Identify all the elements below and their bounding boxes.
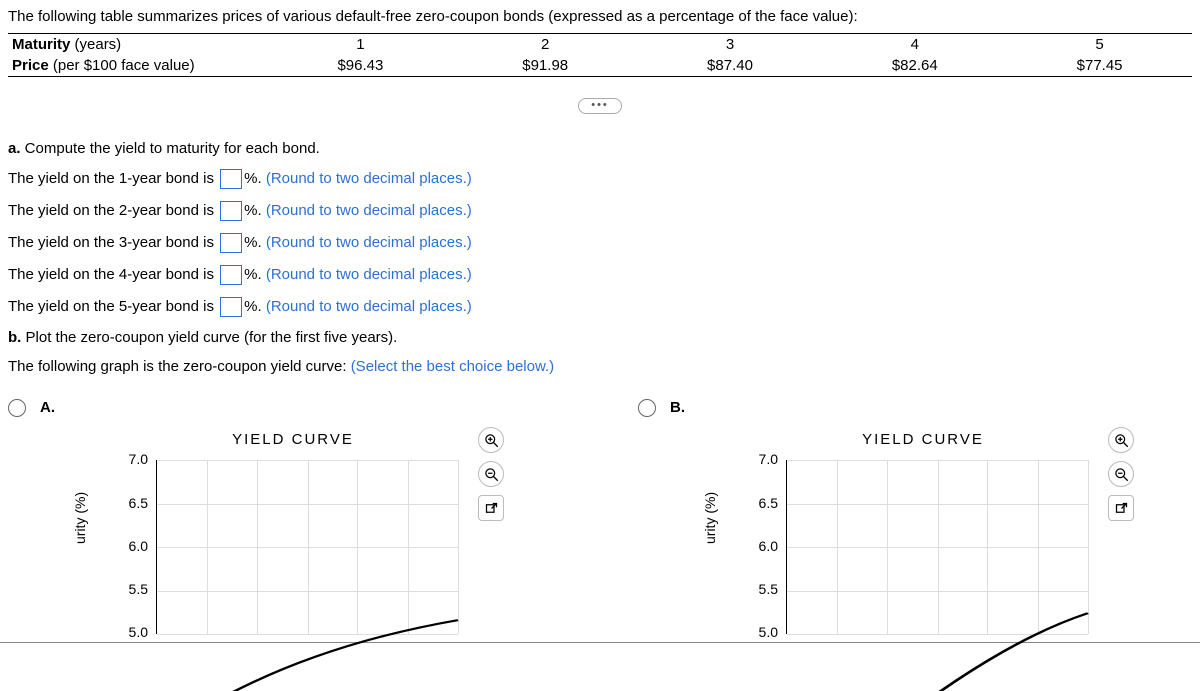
price-3: $87.40 [638,55,823,77]
col-5: 5 [1007,34,1192,56]
chart-a-tick: 6.0 [129,538,148,554]
chart-b-tick: 7.0 [759,451,778,467]
yield-3-input[interactable] [220,233,242,253]
part-a-text: Compute the yield to maturity for each b… [21,140,320,157]
choice-b-radio[interactable] [638,399,656,417]
part-a-label: a. [8,140,21,157]
chart-b-ylabel: urity (%) [702,492,718,544]
intro-text: The following table summarizes prices of… [8,4,1192,33]
choice-a-radio[interactable] [8,399,26,417]
chart-a-title: YIELD CURVE [118,427,468,454]
chart-b: urity (%) 7.0 6.5 6.0 5.5 5.0 [748,454,1098,634]
part-b-label: b. [8,329,21,346]
yield-5-hint: (Round to two decimal places.) [262,298,472,315]
maturity-label-bold: Maturity [12,36,70,53]
open-external-icon[interactable] [478,495,504,521]
col-2: 2 [453,34,638,56]
zoom-in-icon[interactable] [478,427,504,453]
open-external-icon[interactable] [1108,495,1134,521]
price-label-bold: Price [12,57,49,74]
chart-a-tick: 5.5 [129,581,148,597]
yield-3-prompt: The yield on the 3-year bond is [8,234,214,251]
chart-b-tick: 5.5 [759,581,778,597]
chart-a-tick: 6.5 [129,495,148,511]
chart-b-title: YIELD CURVE [748,427,1098,454]
yield-4-prompt: The yield on the 4-year bond is [8,266,214,283]
yield-2-pct: %. [244,202,262,219]
bond-price-table: Maturity (years) 1 2 3 4 5 Price (per $1… [8,33,1192,77]
yield-5-pct: %. [244,298,262,315]
part-b-prompt-plain: The following graph is the zero-coupon y… [8,358,351,375]
zoom-out-icon[interactable] [1108,461,1134,487]
yield-1-hint: (Round to two decimal places.) [262,170,472,187]
price-2: $91.98 [453,55,638,77]
choice-b: B. YIELD CURVE urity (%) 7.0 6.5 6.0 5.5 [638,399,1200,634]
chart-b-tick: 5.0 [759,624,778,640]
yield-2-hint: (Round to two decimal places.) [262,202,472,219]
yield-2-prompt: The yield on the 2-year bond is [8,202,214,219]
zoom-in-icon[interactable] [1108,427,1134,453]
col-4: 4 [822,34,1007,56]
yield-5-prompt: The yield on the 5-year bond is [8,298,214,315]
col-3: 3 [638,34,823,56]
chart-a: urity (%) 7.0 6.5 6.0 5.5 5.0 [118,454,468,634]
col-1: 1 [268,34,453,56]
price-1: $96.43 [268,55,453,77]
chart-b-tick: 6.0 [759,538,778,554]
yield-1-pct: %. [244,170,262,187]
maturity-label-rest: (years) [70,36,121,53]
chart-a-ylabel: urity (%) [72,492,88,544]
choice-a: A. YIELD CURVE urity (%) 7.0 6.5 6.0 5.5 [8,399,598,634]
yield-5-input[interactable] [220,297,242,317]
yield-4-pct: %. [244,266,262,283]
yield-4-input[interactable] [220,265,242,285]
part-b-text: Plot the zero-coupon yield curve (for th… [21,329,397,346]
yield-1-input[interactable] [220,169,242,189]
expand-ellipsis-button[interactable]: ••• [578,98,622,114]
yield-3-hint: (Round to two decimal places.) [262,234,472,251]
choice-a-label: A. [40,399,55,416]
part-b-prompt-blue: (Select the best choice below.) [351,358,554,375]
price-label-rest: (per $100 face value) [49,57,195,74]
price-4: $82.64 [822,55,1007,77]
choice-b-label: B. [670,399,685,416]
yield-1-prompt: The yield on the 1-year bond is [8,170,214,187]
chart-a-tick: 7.0 [129,451,148,467]
yield-4-hint: (Round to two decimal places.) [262,266,472,283]
yield-3-pct: %. [244,234,262,251]
yield-2-input[interactable] [220,201,242,221]
price-5: $77.45 [1007,55,1192,77]
chart-b-tick: 6.5 [759,495,778,511]
chart-a-tick: 5.0 [129,624,148,640]
zoom-out-icon[interactable] [478,461,504,487]
